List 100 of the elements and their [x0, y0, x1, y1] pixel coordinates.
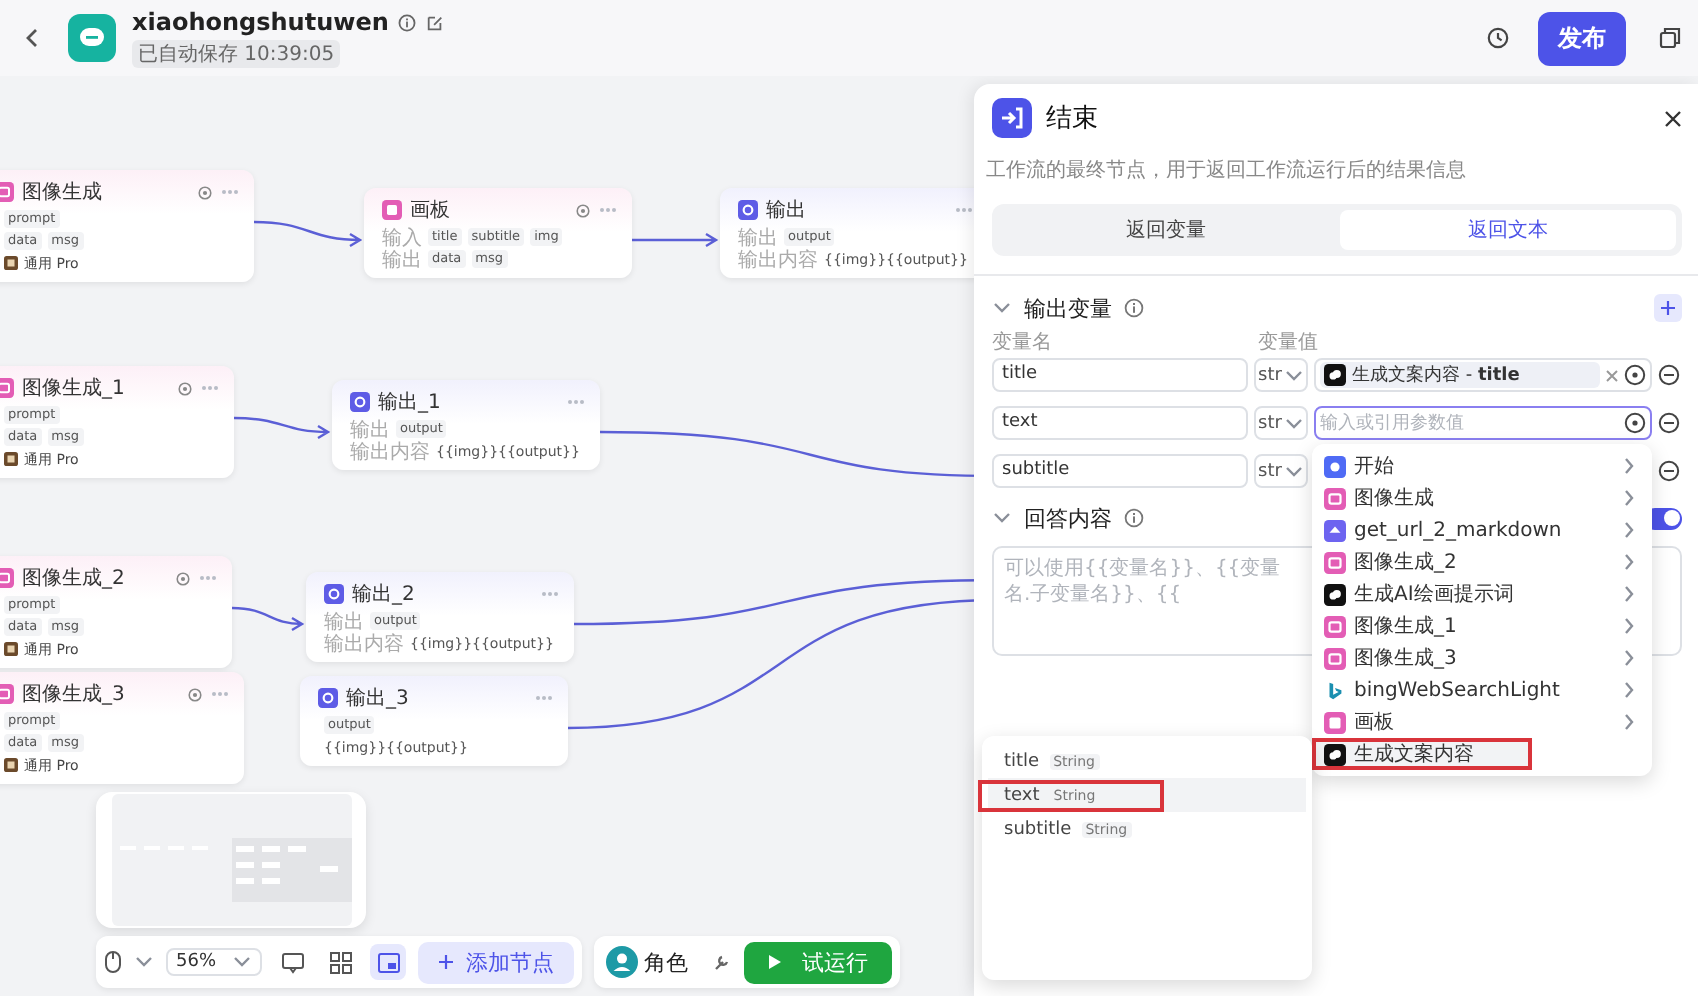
name-field[interactable]: title [992, 358, 1248, 392]
field-label: 输出 [382, 247, 422, 273]
menu-item[interactable]: 图像生成_1 [1312, 610, 1652, 642]
zoom-select[interactable]: 56% [166, 948, 263, 976]
start-node-icon [1324, 455, 1346, 477]
settings-icon[interactable] [178, 381, 192, 395]
image-node-icon [0, 182, 14, 202]
type-select[interactable]: str [1254, 406, 1308, 440]
app-logo-icon [68, 14, 116, 62]
section-title: 回答内容 [1024, 503, 1112, 533]
remove-icon[interactable] [1658, 460, 1680, 482]
add-node-button[interactable]: 添加节点 [418, 941, 575, 983]
menu-item[interactable]: 图像生成 [1312, 482, 1652, 514]
board-icon [1324, 711, 1346, 733]
info-icon[interactable] [398, 13, 417, 31]
copy-icon[interactable] [1658, 26, 1682, 50]
node-title: 画板 [410, 197, 450, 224]
save-status: 已自动保存 10:39:05 [132, 40, 341, 68]
output-node-icon [324, 584, 344, 604]
chevron-icon [1283, 365, 1304, 385]
name-field[interactable]: text [992, 406, 1248, 440]
model-icon [4, 642, 18, 656]
connector-line [630, 232, 718, 248]
role-button[interactable]: 角色 [602, 946, 701, 978]
target-icon[interactable] [1624, 364, 1646, 386]
menu-item[interactable]: 图像生成_2 [1312, 546, 1652, 578]
publish-button[interactable]: 发布 [1538, 11, 1626, 65]
menu-item[interactable]: 生成AI绘画提示词 [1312, 578, 1652, 610]
node-title: 输出_2 [352, 581, 415, 608]
target-icon[interactable] [1624, 412, 1646, 434]
add-button[interactable] [1654, 294, 1682, 322]
node-title: 输出_3 [346, 685, 409, 712]
settings-icon[interactable] [198, 185, 212, 199]
mouse-icon[interactable] [104, 950, 122, 974]
column-header: 变量名 [992, 329, 1054, 356]
settings-icon[interactable] [576, 203, 590, 217]
model-node-icon [1324, 583, 1346, 605]
tab[interactable]: 返回文本 [1340, 210, 1676, 250]
clear-icon[interactable] [1606, 369, 1618, 381]
node-title: 图像生成 [22, 179, 102, 206]
wrench-icon[interactable] [712, 952, 733, 972]
plus-icon [1660, 300, 1676, 316]
column-header: 变量值 [1258, 329, 1318, 356]
chevron-icon [1283, 413, 1304, 433]
grid-icon[interactable] [327, 949, 354, 975]
connector-line [252, 220, 362, 248]
connector-line [232, 416, 330, 440]
image-node-icon [0, 568, 14, 588]
field-label: 输出 [350, 417, 390, 441]
output-node-icon [350, 392, 370, 412]
image-node-icon [1324, 551, 1346, 573]
avatar-icon [606, 946, 639, 978]
model-icon [4, 452, 18, 466]
panel-description: 工作流的最终节点，用于返回工作流运行后的结果信息 [986, 157, 1468, 184]
type-select[interactable]: str [1254, 454, 1308, 488]
menu-item[interactable]: 画板 [1312, 706, 1652, 738]
board-icon [382, 200, 402, 220]
tab[interactable]: 返回变量 [998, 210, 1334, 250]
end-node-icon [992, 98, 1032, 138]
app-title: xiaohongshutuwen [132, 8, 389, 36]
output-node-icon [318, 688, 338, 708]
image-node-icon [1324, 487, 1346, 509]
model-node-icon [1324, 743, 1346, 765]
play-icon [768, 954, 783, 970]
section-title: 输出变量 [1024, 293, 1112, 323]
menu-item[interactable]: get_url_2_markdown [1312, 514, 1652, 546]
menu-item[interactable]: 开始 [1312, 450, 1652, 482]
comment-icon[interactable] [279, 949, 306, 975]
collapse-icon[interactable] [992, 298, 1012, 318]
menu-item[interactable]: bingWebSearchLight [1312, 674, 1652, 706]
edit-icon[interactable] [426, 13, 445, 31]
info-icon[interactable] [1124, 508, 1144, 528]
image-node-icon [0, 378, 14, 398]
image-node-icon [0, 684, 14, 704]
node-title: 输出 [766, 197, 806, 224]
reference-chip[interactable]: 生成文案内容 - title [1320, 362, 1600, 388]
close-icon[interactable] [1664, 109, 1682, 127]
chevron-icon [1283, 461, 1304, 481]
settings-icon[interactable] [188, 687, 202, 701]
remove-icon[interactable] [1658, 364, 1680, 386]
plus-icon [438, 954, 455, 970]
field-label: 输出内容 [738, 246, 818, 273]
type-select[interactable]: str [1254, 358, 1308, 392]
field-label: 输入 [382, 225, 422, 249]
menu-item[interactable]: 生成文案内容 [1312, 738, 1532, 770]
history-icon[interactable] [1486, 26, 1510, 50]
back-icon[interactable] [24, 28, 40, 48]
panel-title: 结束 [1046, 102, 1098, 136]
info-icon[interactable] [1124, 298, 1144, 318]
node-title: 图像生成_2 [22, 565, 125, 592]
remove-icon[interactable] [1658, 412, 1680, 434]
caret-icon [134, 952, 154, 972]
collapse-icon[interactable] [992, 508, 1012, 528]
connector-line [230, 606, 304, 632]
name-field[interactable]: subtitle [992, 454, 1248, 488]
plugin-icon [1324, 519, 1346, 541]
output-node-icon [738, 200, 758, 220]
field-label: 输出内容 [350, 438, 430, 465]
settings-icon[interactable] [176, 571, 190, 585]
model-node-icon [1324, 364, 1346, 386]
